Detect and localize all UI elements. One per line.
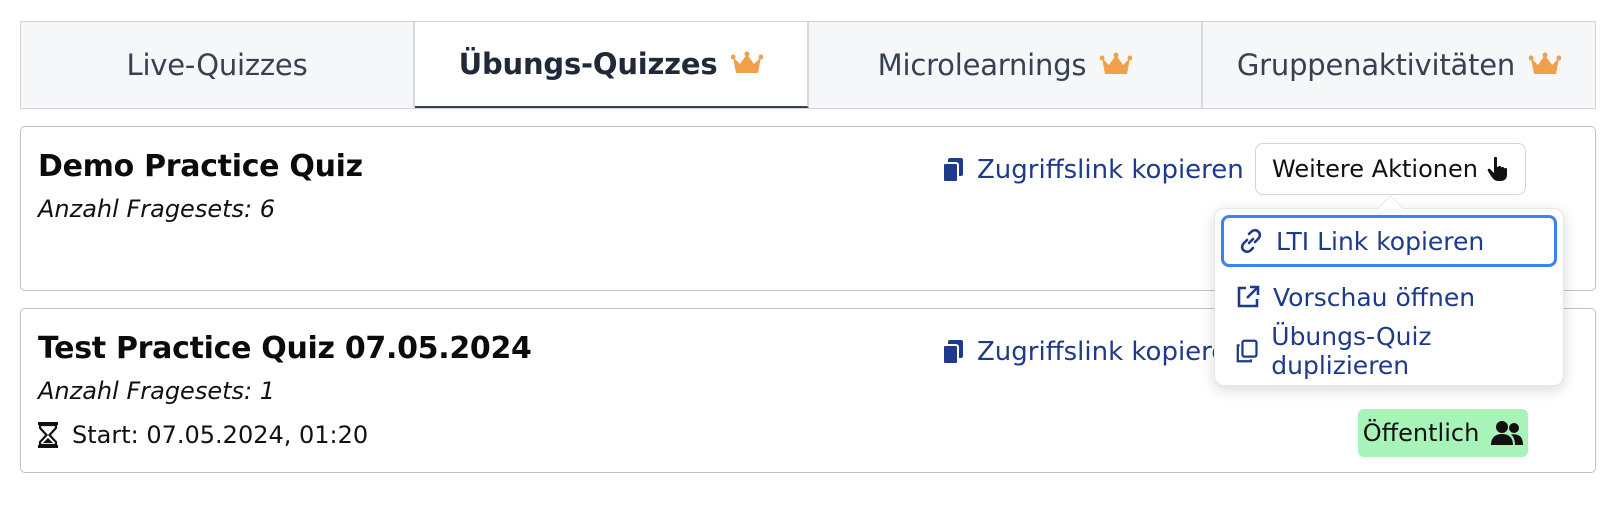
more-actions-label: Weitere Aktionen bbox=[1272, 155, 1478, 183]
crown-icon bbox=[1529, 52, 1562, 74]
status-badge: Öffentlich bbox=[1358, 409, 1528, 457]
menu-item-label: LTI Link kopieren bbox=[1276, 226, 1485, 256]
start-date-label: Start: 07.05.2024, 01:20 bbox=[72, 421, 369, 449]
crown-icon bbox=[731, 51, 764, 73]
tab-label: Gruppenaktivitäten bbox=[1236, 48, 1516, 82]
tab-practice-quizzes[interactable]: Übungs-Quizzes bbox=[415, 22, 809, 108]
external-link-icon bbox=[1237, 285, 1260, 308]
link-icon bbox=[1240, 228, 1262, 254]
more-actions-dropdown: LTI Link kopieren Vorschau öffnen Übungs… bbox=[1214, 208, 1564, 386]
copy-access-link-label: Zugriffslink kopieren bbox=[977, 337, 1244, 367]
question-set-count: Anzahl Fragesets: 1 bbox=[38, 377, 275, 405]
status-badge-label: Öffentlich bbox=[1362, 419, 1480, 447]
tab-label: Microlearnings bbox=[877, 48, 1087, 82]
hourglass-icon bbox=[38, 422, 58, 448]
tab-group-activities[interactable]: Gruppenaktivitäten bbox=[1203, 22, 1595, 108]
quiz-title: Test Practice Quiz 07.05.2024 bbox=[38, 331, 532, 366]
clipboard-copy-icon bbox=[942, 158, 963, 183]
tab-microlearnings[interactable]: Microlearnings bbox=[809, 22, 1203, 108]
tab-live-quizzes[interactable]: Live-Quizzes bbox=[21, 22, 415, 108]
copy-icon bbox=[1236, 339, 1258, 363]
clipboard-copy-icon bbox=[942, 340, 963, 365]
copy-access-link-label: Zugriffslink kopieren bbox=[977, 155, 1244, 185]
menu-item-duplicate-quiz[interactable]: Übungs-Quiz duplizieren bbox=[1221, 322, 1557, 380]
pointer-hand-icon bbox=[1487, 156, 1507, 181]
question-set-count: Anzahl Fragesets: 6 bbox=[38, 195, 275, 223]
menu-item-open-preview[interactable]: Vorschau öffnen bbox=[1221, 271, 1557, 323]
more-actions-button[interactable]: Weitere Aktionen bbox=[1255, 143, 1526, 195]
quiz-title: Demo Practice Quiz bbox=[38, 149, 363, 184]
menu-item-copy-lti-link[interactable]: LTI Link kopieren bbox=[1221, 215, 1557, 267]
crown-icon bbox=[1100, 52, 1133, 74]
tab-label: Live-Quizzes bbox=[126, 48, 308, 82]
start-date: Start: 07.05.2024, 01:20 bbox=[38, 421, 368, 449]
tab-label: Übungs-Quizzes bbox=[458, 47, 718, 81]
menu-item-label: Vorschau öffnen bbox=[1273, 282, 1476, 312]
copy-access-link-button[interactable]: Zugriffslink kopieren bbox=[941, 155, 1244, 185]
copy-access-link-button[interactable]: Zugriffslink kopieren bbox=[941, 337, 1244, 367]
quiz-type-tabs: Live-Quizzes Übungs-Quizzes Microlearnin… bbox=[20, 21, 1596, 109]
menu-item-label: Übungs-Quiz duplizieren bbox=[1271, 322, 1432, 380]
users-icon bbox=[1491, 421, 1524, 445]
